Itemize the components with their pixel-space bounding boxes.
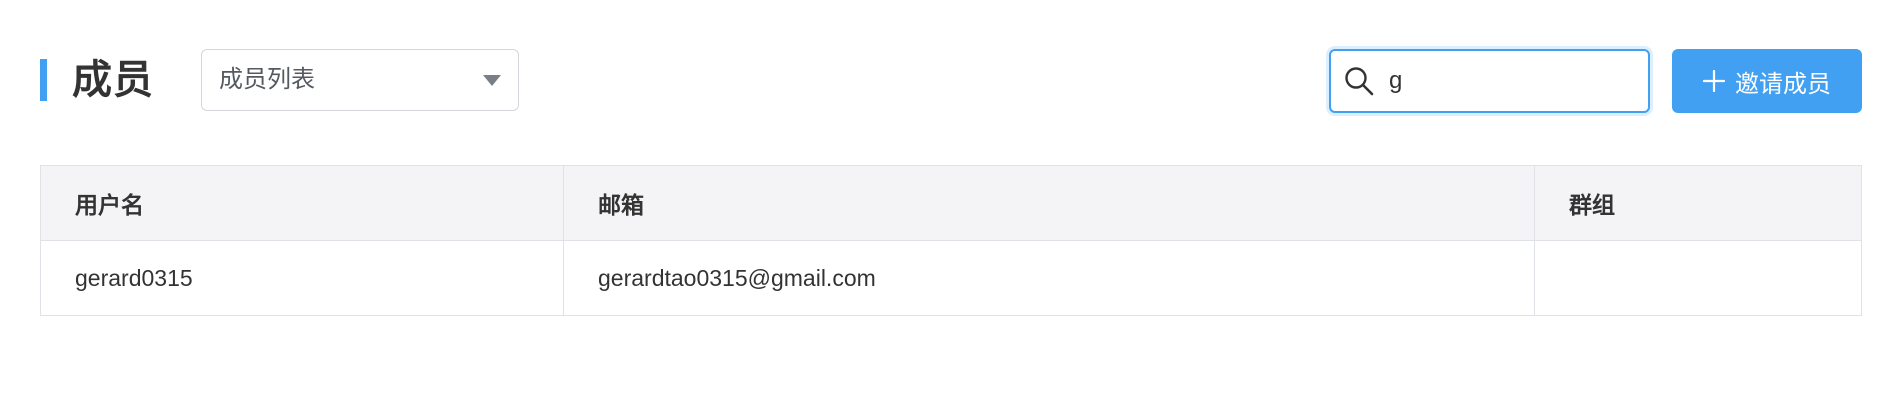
members-table: 用户名 邮箱 群组 gerard0315 gerardtao0315@gmail… (40, 165, 1862, 316)
members-page: 成员 成员列表 邀请成员 用户名 邮箱 群组 gerard03 (0, 0, 1900, 408)
invite-member-button[interactable]: 邀请成员 (1672, 49, 1862, 113)
title-accent-bar (40, 59, 47, 101)
chevron-down-icon (483, 75, 501, 86)
column-header-email[interactable]: 邮箱 (563, 166, 1534, 240)
member-view-select[interactable]: 成员列表 (201, 49, 519, 111)
member-search-box[interactable] (1329, 49, 1650, 113)
member-view-select-value: 成员列表 (219, 66, 315, 93)
cell-email: gerardtao0315@gmail.com (563, 241, 1534, 315)
column-header-group[interactable]: 群组 (1534, 166, 1861, 240)
page-title: 成员 (72, 58, 154, 102)
cell-group (1534, 241, 1861, 315)
cell-username: gerard0315 (75, 264, 193, 291)
search-input[interactable] (1389, 57, 1639, 105)
table-row[interactable]: gerard0315 gerardtao0315@gmail.com (41, 241, 1861, 315)
search-icon (1345, 67, 1374, 96)
plus-icon (1703, 70, 1725, 92)
invite-member-label: 邀请成员 (1735, 70, 1831, 98)
column-header-username[interactable]: 用户名 (41, 166, 563, 240)
table-header-row: 用户名 邮箱 群组 (41, 166, 1861, 241)
page-header: 成员 成员列表 邀请成员 (40, 49, 1862, 113)
